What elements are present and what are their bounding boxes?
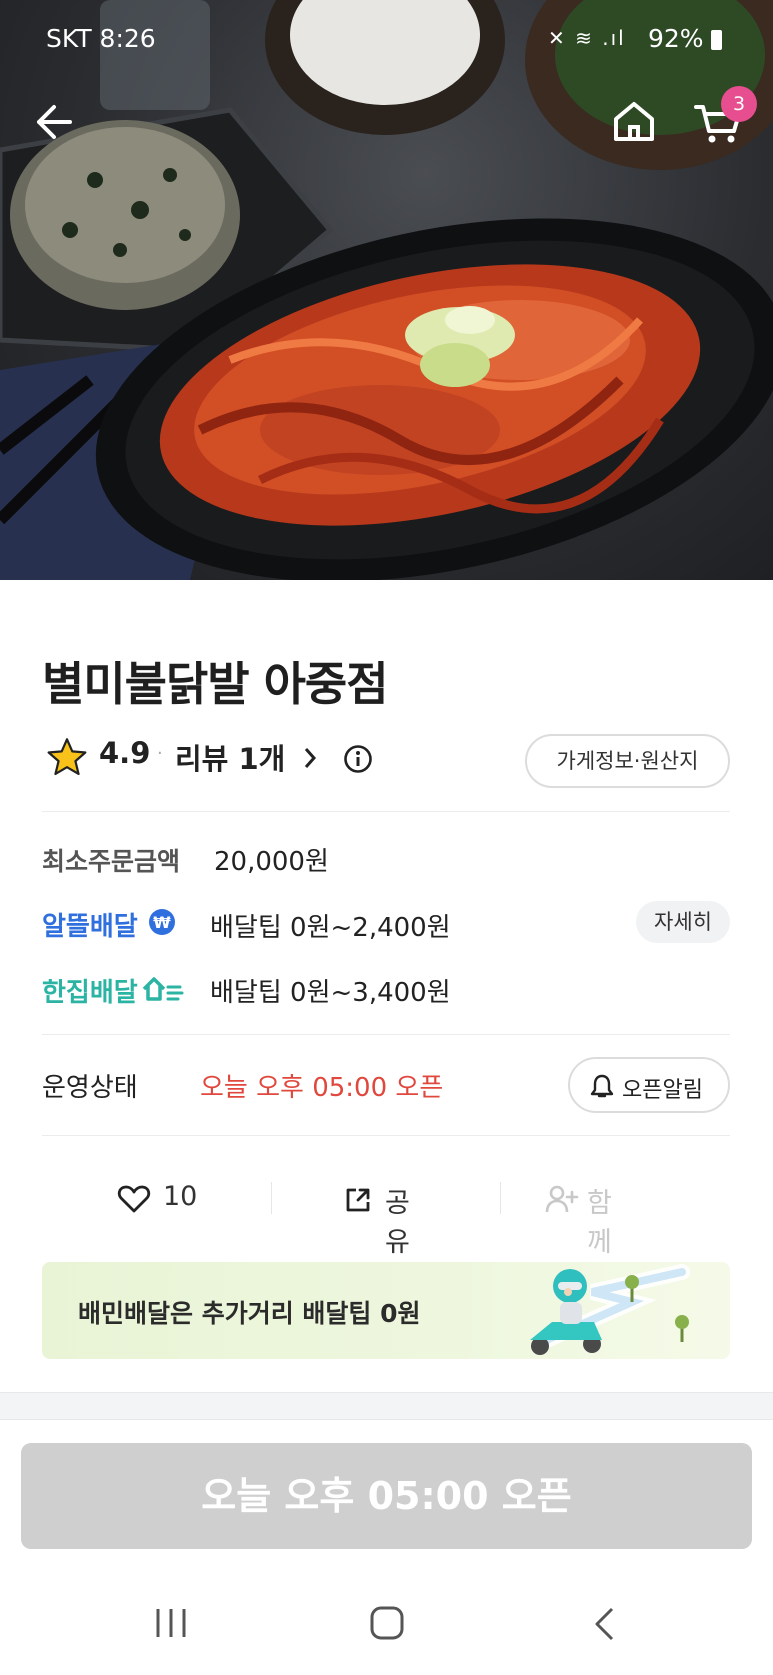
min-order-value: 20,000원 (214, 847, 329, 877)
store-info-origin-button[interactable]: 가게정보·원산지 (525, 734, 730, 788)
fast-home-icon (142, 977, 184, 1001)
home-icon[interactable] (612, 100, 656, 142)
delivery-details-button[interactable]: 자세히 (636, 901, 730, 943)
divider (42, 1135, 730, 1136)
battery-icon (711, 30, 722, 50)
status-carrier-time: SKT 8:26 (46, 24, 156, 53)
delivery-type-saver: 알뜰배달 (42, 912, 138, 942)
status-battery: 92% (648, 24, 704, 53)
store-name: 별미불닭발 아중점 (42, 657, 389, 711)
share-label: 공유 (385, 1188, 410, 1258)
status-icons: ✕ ≋ .ıl (548, 26, 626, 50)
rating-value: 4.9 (99, 736, 151, 770)
reviews-link[interactable]: 리뷰 1개 (175, 736, 285, 778)
like-count: 10 (163, 1181, 198, 1212)
won-coin-icon: ₩ (149, 909, 175, 935)
delivery-type-single: 한집배달 (42, 978, 138, 1008)
info-icon[interactable] (343, 744, 373, 774)
divider (42, 811, 730, 812)
recent-apps-icon[interactable] (154, 1607, 188, 1639)
star-icon (47, 738, 87, 776)
back-arrow-icon[interactable] (34, 102, 74, 142)
operating-status-label: 운영상태 (42, 1073, 138, 1103)
promo-banner[interactable]: 배민배달은 추가거리 배달팁 0원 (42, 1262, 730, 1359)
cart-count-badge: 3 (721, 86, 757, 122)
chevron-right-icon[interactable] (302, 746, 318, 770)
open-alarm-label: 오픈알림 (622, 1078, 703, 1103)
bell-icon (590, 1074, 614, 1098)
back-nav-icon[interactable] (592, 1606, 616, 1642)
section-separator (0, 1392, 773, 1420)
order-cta-button[interactable]: 오늘 오후 05:00 오픈 (21, 1443, 752, 1549)
open-alarm-button[interactable]: 오픈알림 (568, 1057, 730, 1113)
add-person-icon (545, 1185, 579, 1213)
store-hero-image: SKT 8:26 ✕ ≋ .ıl 92% 3 (0, 0, 773, 580)
promo-banner-text: 배민배달은 추가거리 배달팁 0원 (78, 1299, 421, 1328)
action-separator (271, 1182, 272, 1214)
operating-status-value: 오늘 오후 05:00 오픈 (200, 1073, 444, 1103)
delivery-rider-illustration (530, 1264, 690, 1355)
min-order-label: 최소주문금액 (42, 847, 181, 876)
system-nav-bar (0, 1560, 773, 1675)
food-photo (0, 0, 773, 580)
divider (42, 1034, 730, 1035)
heart-icon (117, 1185, 151, 1213)
home-nav-icon[interactable] (369, 1605, 405, 1641)
svg-text:₩: ₩ (153, 913, 171, 932)
delivery-fee-single: 배달팁 0원~3,400원 (210, 978, 451, 1008)
rating-separator: · (157, 743, 163, 764)
action-separator (500, 1182, 501, 1214)
delivery-fee-saver: 배달팁 0원~2,400원 (210, 913, 451, 943)
share-icon (346, 1188, 370, 1212)
